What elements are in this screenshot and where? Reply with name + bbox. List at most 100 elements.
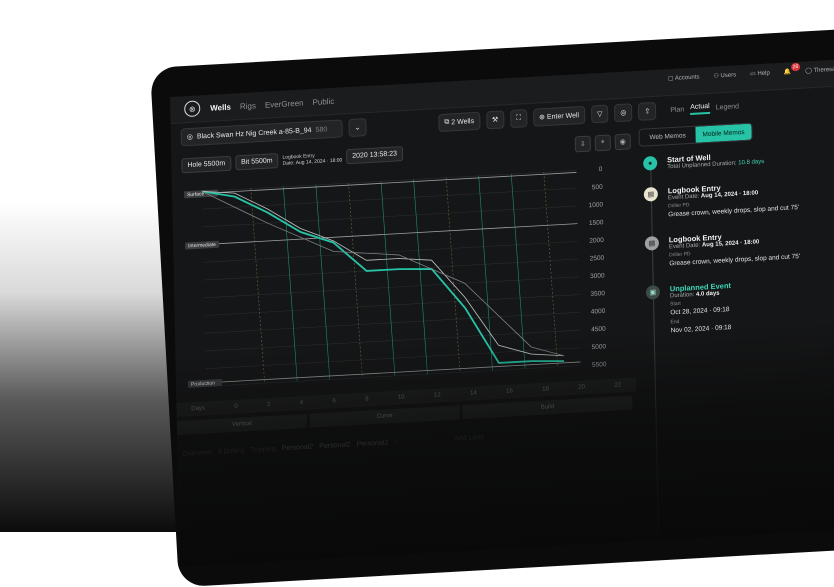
nav-rigs[interactable]: Rigs (240, 101, 256, 111)
x-tick-label: 14 (470, 390, 477, 397)
x-tick-label: 4 (299, 400, 304, 407)
nav-public[interactable]: Public (312, 96, 334, 106)
segment-vertical[interactable]: Vertical (176, 413, 307, 436)
nav-wells[interactable]: Wells (210, 102, 231, 112)
tab-legend[interactable]: Legend (716, 103, 739, 111)
x-tick-label: 16 (506, 388, 513, 395)
x-tick-label: 6 (332, 398, 336, 405)
user-name: Theresa Christensen (813, 65, 834, 75)
tab-plan[interactable]: Plan (670, 106, 684, 114)
nav-evergreen[interactable]: EverGreen (265, 98, 304, 109)
eye-icon[interactable]: ◉ (614, 133, 631, 151)
lens-tabs: Overview 3 Drilling Tripping Personal2 P… (182, 434, 483, 458)
well-selector[interactable]: ◎ Black Swan Hz Nig Creek a-85-B_94 580 (180, 119, 343, 147)
logbook-icon: ▤ (643, 186, 658, 202)
y-tick-label: 4500 (591, 326, 606, 334)
settings-icon[interactable]: ◎ (614, 103, 633, 123)
chevron-down-icon: ⌄ (354, 124, 361, 132)
y-tick-label: 5500 (592, 361, 607, 369)
event-duration-label: Duration: (669, 292, 695, 300)
tag-icon[interactable]: ⌖ (594, 134, 611, 152)
event-duration-value: 4.0 days (695, 290, 720, 298)
y-tick-label: 3000 (590, 272, 605, 280)
users-label: Users (720, 72, 737, 80)
lens-tab-personal2-b[interactable]: Personal2 (319, 441, 351, 450)
export-icon[interactable]: ⇪ (638, 101, 657, 121)
user-menu[interactable]: ◯ Theresa Christensen (805, 64, 834, 75)
y-tick-label: 5000 (592, 343, 607, 351)
memo-timeline: ● Start of Well Total Unplanned Duration… (643, 144, 834, 561)
x-tick-label: 22 (614, 382, 622, 389)
logbook-tooltip: Logbook Entry Date: Aug 14, 2024 · 18:00 (282, 151, 342, 167)
well-name: Black Swan Hz Nig Creek a-85-B_94 (196, 126, 312, 141)
grid-line (204, 276, 579, 299)
lens-tab-tripping[interactable]: Tripping (251, 446, 276, 454)
casing-label: Intermediate (188, 242, 216, 250)
x-tick-label: 20 (578, 384, 586, 391)
x-tick-label: 12 (433, 392, 441, 399)
bell-icon[interactable]: 🔔 26 (784, 62, 801, 76)
accounts-link[interactable]: ▢ Accounts (668, 73, 700, 82)
y-tick-label: 0 (599, 166, 603, 173)
x-tick-label: 10 (397, 394, 405, 401)
wells-count-button[interactable]: ⧉ 2 Wells (438, 111, 481, 133)
event-line (543, 172, 558, 367)
y-tick-label: 3500 (590, 290, 605, 298)
segment-curve[interactable]: Curve (309, 405, 460, 428)
add-lens-button[interactable]: Add Lens (454, 434, 484, 443)
add-tab-button[interactable]: + (394, 439, 398, 446)
timeline-event-logbook-2[interactable]: ▤ Logbook Entry Event Date: Aug 15, 2024… (644, 224, 834, 269)
casing-line (203, 223, 578, 245)
app-logo-icon[interactable]: ⊗ (184, 100, 201, 118)
casing-label: Production (191, 380, 215, 387)
accounts-label: Accounts (674, 74, 700, 82)
start-icon: ● (643, 155, 658, 171)
y-tick-label: 500 (592, 184, 603, 192)
casing-line (205, 361, 581, 384)
timeline-event-start[interactable]: ● Start of Well Total Unplanned Duration… (643, 144, 834, 171)
timeline-event-unplanned[interactable]: ▣ Unplanned Event Duration: 4.0 days Sta… (645, 273, 834, 336)
grid-line (204, 312, 580, 334)
hole-depth: Hole 5500m (181, 155, 232, 174)
well-code: 580 (315, 125, 328, 134)
well-dropdown-button[interactable]: ⌄ (348, 118, 367, 138)
chart-controls: ⇩ ⌖ ◉ (574, 133, 631, 153)
enter-well-label: Enter Well (546, 111, 580, 121)
tab-mobile-memos[interactable]: Mobile Memos (695, 123, 752, 143)
download-icon[interactable]: ⇩ (574, 135, 591, 153)
tab-web-memos[interactable]: Web Memos (640, 127, 696, 146)
lens-tab-overview[interactable]: Overview (182, 449, 211, 458)
timeline-event-logbook-1[interactable]: ▤ Logbook Entry Event Date: Aug 14, 2024… (643, 175, 834, 220)
lens-tab-personal2-a[interactable]: Personal2 (282, 444, 314, 453)
grid-line (204, 294, 579, 316)
depth-vs-days-chart[interactable]: 0 500 1000 1500 2000 2500 3000 3500 4000 4500 5000… (182, 158, 626, 401)
event-date-label: Event Date: (668, 242, 701, 251)
event-line (315, 184, 331, 380)
filter-icon[interactable]: ▽ (590, 104, 609, 124)
rig-icon[interactable]: ⚒ (485, 110, 505, 130)
y-tick-label: 4000 (591, 308, 606, 316)
series-line (201, 190, 564, 357)
event-line (348, 183, 363, 378)
event-line (413, 179, 428, 375)
wells-count-label: 2 Wells (451, 117, 475, 126)
warning-icon: ▣ (645, 284, 661, 300)
lens-tab-personal2-c[interactable]: Personal2 (357, 439, 389, 448)
memo-tabs: Web Memos Mobile Memos (638, 122, 753, 147)
help-link[interactable]: ▭ Help (750, 69, 770, 77)
x-tick-label: 8 (365, 396, 369, 403)
check-circle-icon: ◎ (186, 133, 194, 142)
main-nav: Wells Rigs EverGreen Public (210, 96, 334, 112)
logbook-icon: ▤ (644, 235, 660, 251)
tab-actual[interactable]: Actual (690, 102, 710, 115)
bit-depth: Bit 5500m (234, 153, 279, 171)
depth-chart-panel: Hole 5500m Bit 5500m Logbook Entry Date:… (176, 130, 636, 458)
event-date-label: Event Date: (667, 193, 700, 202)
grid-line (201, 170, 577, 192)
chart-icon[interactable]: ⛶ (510, 109, 528, 129)
enter-well-button[interactable]: ⊕ Enter Well (532, 105, 586, 127)
lens-tab-drilling[interactable]: 3 Drilling (218, 447, 245, 456)
users-link[interactable]: ⚇ Users (713, 71, 736, 79)
y-tick-label: 1500 (589, 219, 604, 227)
